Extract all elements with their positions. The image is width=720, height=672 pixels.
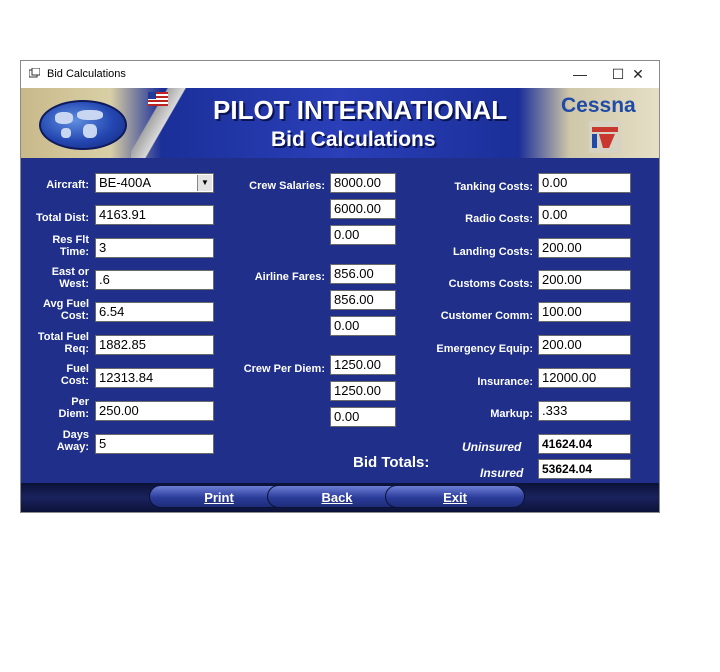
customer-comm-label: Customer Comm: [440, 310, 533, 322]
uninsured-label: Uninsured [462, 440, 522, 454]
app-icon [29, 68, 40, 78]
res-flt-time-field[interactable]: 3 [95, 238, 214, 258]
title-bar: Bid Calculations — ☐ ✕ [21, 61, 659, 88]
footer-nav: Print Back Exit [21, 483, 659, 512]
radio-costs-label: Radio Costs: [465, 213, 533, 225]
res-flt-label-2: Time: [59, 246, 89, 258]
crew-salary-field-2[interactable]: 6000.00 [330, 199, 396, 219]
decorative-stripe [131, 88, 211, 158]
emergency-equip-label: Emergency Equip: [436, 343, 533, 355]
aircraft-label: Aircraft: [46, 179, 89, 191]
globe-logo-icon [39, 100, 127, 150]
banner-title: PILOT INTERNATIONAL [213, 95, 508, 125]
total-fuel-label-2: Req: [64, 343, 89, 355]
crew-salary-field-1[interactable]: 8000.00 [330, 173, 396, 193]
days-away-label-2: Away: [56, 441, 89, 453]
airline-fares-label: Airline Fares: [254, 271, 325, 283]
us-flag-icon [148, 92, 168, 106]
customs-costs-field[interactable]: 200.00 [538, 270, 631, 290]
east-west-label-2: West: [59, 278, 89, 290]
tanking-costs-label: Tanking Costs: [454, 181, 533, 193]
customs-costs-label: Customs Costs: [448, 278, 533, 290]
fuel-cost-label-1: Fuel [66, 363, 89, 375]
total-dist-field[interactable]: 4163.91 [95, 205, 214, 225]
crew-salaries-label: Crew Salaries: [249, 180, 325, 192]
minimize-button[interactable]: — [561, 61, 599, 88]
fuel-cost-field[interactable]: 12313.84 [95, 368, 214, 388]
airline-fare-field-1[interactable]: 856.00 [330, 264, 396, 284]
insurance-field[interactable]: 12000.00 [538, 368, 631, 388]
uninsured-total-field: 41624.04 [538, 434, 631, 454]
aircraft-select[interactable]: BE-400A ▼ [95, 173, 214, 193]
avg-fuel-label-1: Avg Fuel [42, 298, 89, 310]
total-fuel-label-1: Total Fuel [37, 331, 89, 343]
close-button[interactable]: ✕ [619, 61, 657, 88]
tanking-costs-field[interactable]: 0.00 [538, 173, 631, 193]
per-diem-field[interactable]: 250.00 [95, 401, 214, 421]
emergency-equip-field[interactable]: 200.00 [538, 335, 631, 355]
crew-per-diem-label: Crew Per Diem: [243, 363, 325, 375]
crew-per-diem-field-2[interactable]: 1250.00 [330, 381, 396, 401]
east-west-label-1: East or [51, 266, 89, 278]
crew-per-diem-field-3[interactable]: 0.00 [330, 407, 396, 427]
avg-fuel-cost-field[interactable]: 6.54 [95, 302, 214, 322]
markup-label: Markup: [490, 408, 533, 420]
window-title: Bid Calculations [47, 68, 126, 80]
total-dist-label: Total Dist: [36, 212, 89, 224]
airline-fare-field-3[interactable]: 0.00 [330, 316, 396, 336]
insured-label: Insured [480, 466, 524, 480]
insurance-label: Insurance: [477, 376, 533, 388]
total-fuel-req-field[interactable]: 1882.85 [95, 335, 214, 355]
cessna-brand: Cessna [561, 94, 636, 117]
days-away-field[interactable]: 5 [95, 434, 214, 454]
landing-costs-field[interactable]: 200.00 [538, 238, 631, 258]
aircraft-value: BE-400A [99, 175, 152, 190]
avg-fuel-label-2: Cost: [60, 310, 89, 322]
bid-totals-label: Bid Totals: [353, 454, 430, 471]
insured-total-field: 53624.04 [538, 459, 631, 479]
days-away-label-1: Days [62, 429, 89, 441]
bid-form: Aircraft: BE-400A ▼ Total Dist: 4163.91 … [21, 158, 659, 483]
crew-per-diem-field-1[interactable]: 1250.00 [330, 355, 396, 375]
landing-costs-label: Landing Costs: [452, 246, 533, 258]
airline-fare-field-2[interactable]: 856.00 [330, 290, 396, 310]
exit-button[interactable]: Exit [385, 485, 525, 508]
markup-field[interactable]: .333 [538, 401, 631, 421]
east-west-field[interactable]: .6 [95, 270, 214, 290]
banner-subtitle: Bid Calculations [271, 128, 436, 151]
bid-calculations-window: Bid Calculations — ☐ ✕ PILOT INTERNATION… [20, 60, 660, 513]
customer-comm-field[interactable]: 100.00 [538, 302, 631, 322]
res-flt-label-1: Res Flt [52, 234, 89, 246]
cessna-logo-icon [589, 121, 621, 153]
radio-costs-field[interactable]: 0.00 [538, 205, 631, 225]
per-diem-label-2: Diem: [58, 408, 89, 420]
fuel-cost-label-2: Cost: [60, 375, 89, 387]
chevron-down-icon[interactable]: ▼ [197, 175, 212, 191]
crew-salary-field-3[interactable]: 0.00 [330, 225, 396, 245]
header-banner: PILOT INTERNATIONAL Bid Calculations Ces… [21, 88, 659, 158]
per-diem-label-1: Per [71, 396, 89, 408]
